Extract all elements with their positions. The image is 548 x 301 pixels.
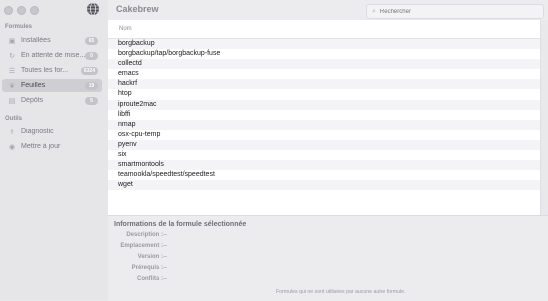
window-controls: [4, 6, 39, 15]
count-badge: 6324: [80, 66, 98, 75]
table-row[interactable]: hackrf: [108, 79, 540, 90]
sidebar-item-label: En attente de mise...: [21, 52, 85, 59]
info-row-dependencies: Prérequis : --: [108, 265, 308, 275]
sidebar-item-label: Toutes les for...: [21, 67, 69, 74]
info-value: --: [163, 243, 167, 249]
list-icon: ☰: [8, 67, 16, 75]
table-row[interactable]: wget: [108, 180, 540, 191]
main-panel: Cakebrew ⌕ Nom borgbackup borgbackup/tap…: [108, 0, 548, 301]
sidebar-item-leaves[interactable]: ❦ Feuilles 19: [2, 79, 102, 92]
formula-table: Nom borgbackup borgbackup/tap/borgbackup…: [108, 20, 541, 215]
info-row-location: Emplacement : --: [108, 243, 308, 253]
update-icon: ◉: [8, 143, 16, 151]
sidebar-item-all-formulae[interactable]: ☰ Toutes les for... 6324: [2, 64, 102, 77]
sidebar-item-update[interactable]: ◉ Mettre à jour: [2, 140, 102, 153]
package-icon: ▣: [8, 37, 16, 45]
status-bar-text: Formules qui ne sont utilisées par aucun…: [276, 289, 406, 295]
table-row[interactable]: borgbackup: [108, 39, 540, 50]
count-badge: 5: [85, 96, 98, 105]
close-window-button[interactable]: [4, 6, 13, 15]
column-header-name[interactable]: Nom: [108, 20, 540, 39]
count-badge: 65: [85, 36, 98, 45]
info-label: Conflits :: [137, 276, 163, 282]
info-label: Description :: [126, 232, 163, 238]
search-input[interactable]: [375, 8, 534, 15]
section-title-formules: Formules: [5, 24, 33, 30]
toolbar: Cakebrew ⌕: [108, 0, 548, 20]
sidebar-item-label: Dépôts: [21, 97, 44, 104]
table-body: borgbackup borgbackup/tap/borgbackup-fus…: [108, 39, 540, 191]
table-row[interactable]: pyenv: [108, 139, 540, 151]
table-row[interactable]: emacs: [108, 69, 540, 79]
info-row-conflicts: Conflits : --: [108, 276, 308, 286]
info-value: --: [163, 232, 167, 238]
info-row-version: Version : --: [108, 254, 308, 264]
section-title-outils: Outils: [5, 116, 23, 122]
sidebar-item-installed[interactable]: ▣ Installées 65: [2, 34, 102, 47]
repository-icon: ▤: [8, 97, 16, 105]
sidebar-item-label: Diagnostic: [21, 128, 54, 135]
info-panel-title: Informations de la formule sélectionnée: [114, 221, 247, 228]
minimize-window-button[interactable]: [17, 6, 26, 15]
stethoscope-icon: ⚕: [10, 128, 14, 136]
sidebar-item-repositories[interactable]: ▤ Dépôts 5: [2, 94, 102, 107]
sidebar-item-outdated[interactable]: ↻ En attente de mise... 0: [2, 49, 102, 62]
sidebar-item-diagnostic[interactable]: ⚕ Diagnostic: [2, 125, 102, 138]
info-value: --: [163, 265, 167, 271]
count-badge: 0: [85, 51, 98, 60]
table-row[interactable]: teamookla/speedtest/speedtest: [108, 170, 540, 180]
sidebar-item-label: Feuilles: [21, 82, 46, 89]
leaf-icon: ❦: [9, 82, 15, 90]
table-row[interactable]: six: [108, 150, 540, 160]
window-title: Cakebrew: [116, 4, 159, 14]
table-row[interactable]: borgbackup/tap/borgbackup-fuse: [108, 49, 540, 59]
info-row-description: Description : --: [108, 232, 308, 242]
table-row[interactable]: htop: [108, 89, 540, 99]
table-row[interactable]: libffi: [108, 110, 540, 120]
search-field[interactable]: ⌕: [366, 4, 544, 19]
table-row[interactable]: nmap: [108, 119, 540, 130]
sidebar: Formules ▣ Installées 65 ↻ En attente de…: [0, 0, 108, 300]
table-row[interactable]: osx-cpu-temp: [108, 130, 540, 140]
info-label: Prérequis :: [131, 265, 163, 271]
table-row[interactable]: collectd: [108, 59, 540, 70]
sidebar-item-label: Mettre à jour: [21, 143, 61, 150]
count-badge: 19: [85, 81, 98, 90]
info-value: --: [163, 276, 167, 282]
info-value: --: [163, 254, 167, 260]
table-row[interactable]: iproute2mac: [108, 99, 540, 110]
refresh-icon: ↻: [9, 52, 15, 60]
info-label: Version :: [137, 254, 163, 260]
globe-icon[interactable]: [86, 2, 100, 16]
info-label: Emplacement :: [120, 243, 163, 249]
sidebar-item-label: Installées: [21, 37, 51, 44]
table-row[interactable]: smartmontools: [108, 160, 540, 171]
zoom-window-button[interactable]: [30, 6, 39, 15]
